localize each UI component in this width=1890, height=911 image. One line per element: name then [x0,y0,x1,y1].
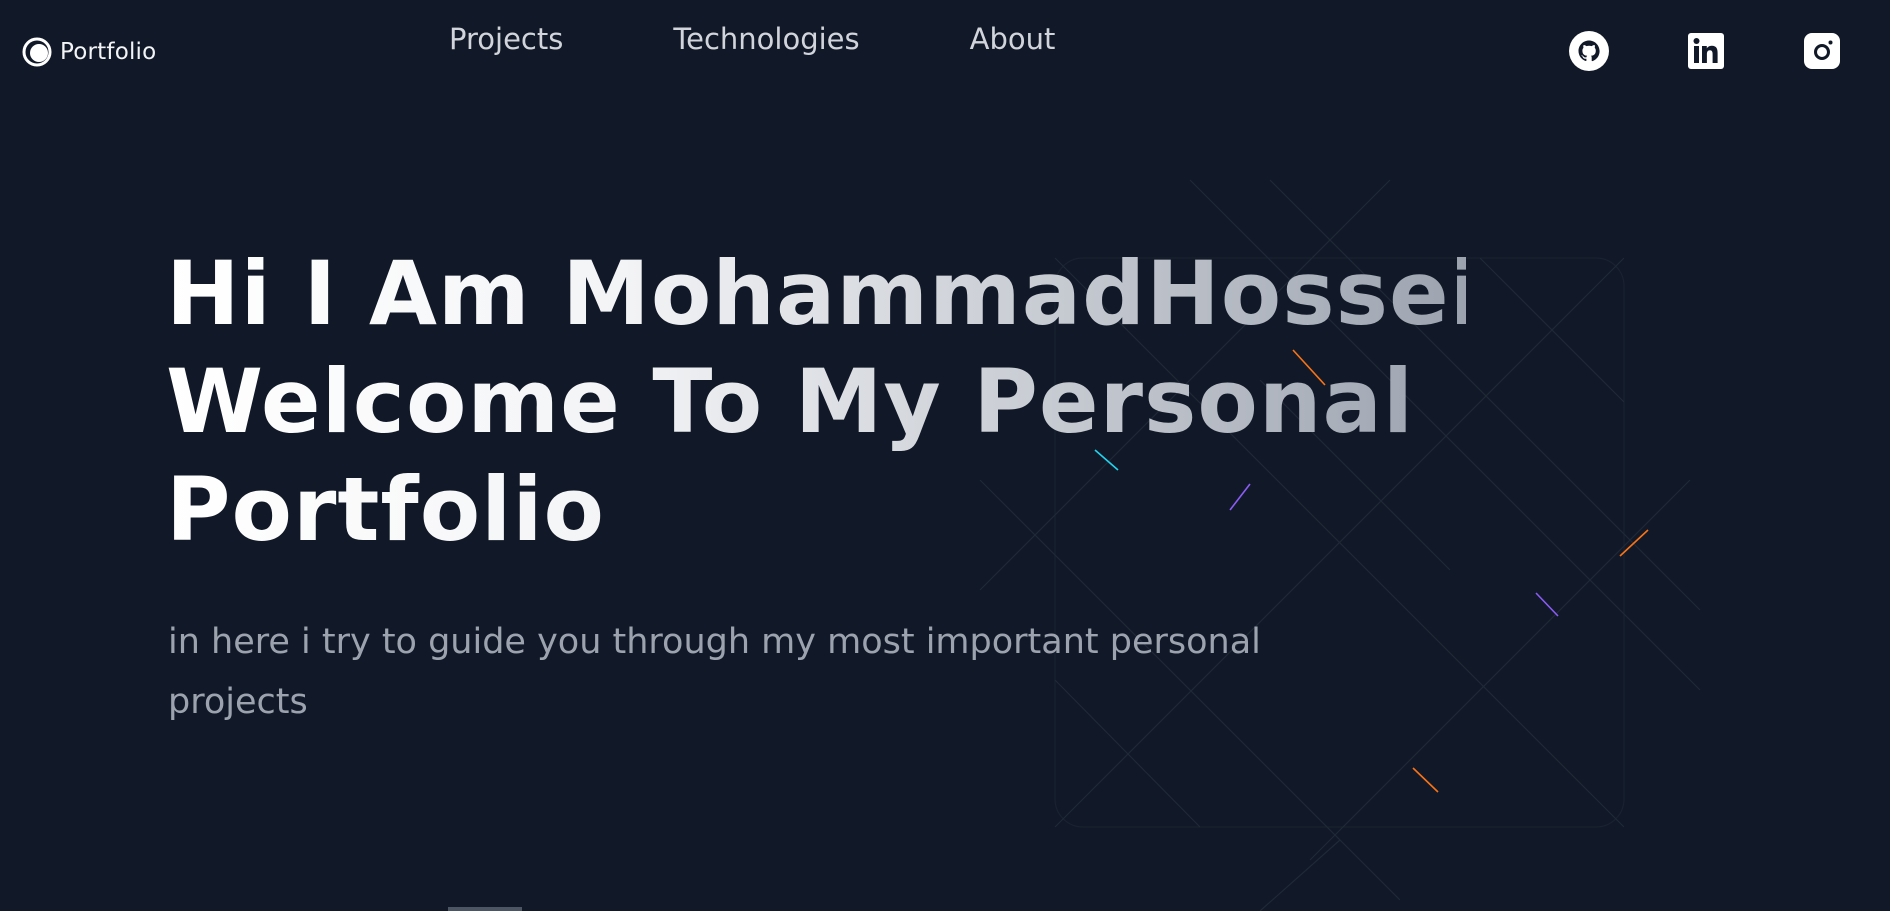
brand-logo-icon [22,37,52,67]
linkedin-link[interactable] [1686,31,1726,71]
hero-title-line-2: Welcome To My Personal [166,350,1415,453]
page: Portfolio Projects Technologies About Hi… [0,0,1890,911]
linkedin-icon [1688,33,1724,69]
hero-subtitle: in here i try to guide you through my mo… [168,622,1261,722]
instagram-link[interactable] [1802,31,1842,71]
instagram-icon [1804,33,1840,69]
brand-link[interactable]: Portfolio [22,37,156,67]
github-icon [1569,31,1609,71]
nav-link-projects[interactable]: Projects [449,22,563,56]
github-link[interactable] [1569,31,1609,71]
hero-title: Hi I Am MohammadHossein Welcome To My Pe… [166,240,1466,564]
nav-link-technologies[interactable]: Technologies [673,22,859,56]
brand-label: Portfolio [60,39,157,65]
scroll-indicator [448,907,522,911]
main-nav: Projects Technologies About [449,22,1055,56]
nav-link-about[interactable]: About [970,22,1056,56]
hero-title-line-3: Portfolio [166,458,605,561]
hero-title-line-1: Hi I Am MohammadHossein [166,242,1545,345]
